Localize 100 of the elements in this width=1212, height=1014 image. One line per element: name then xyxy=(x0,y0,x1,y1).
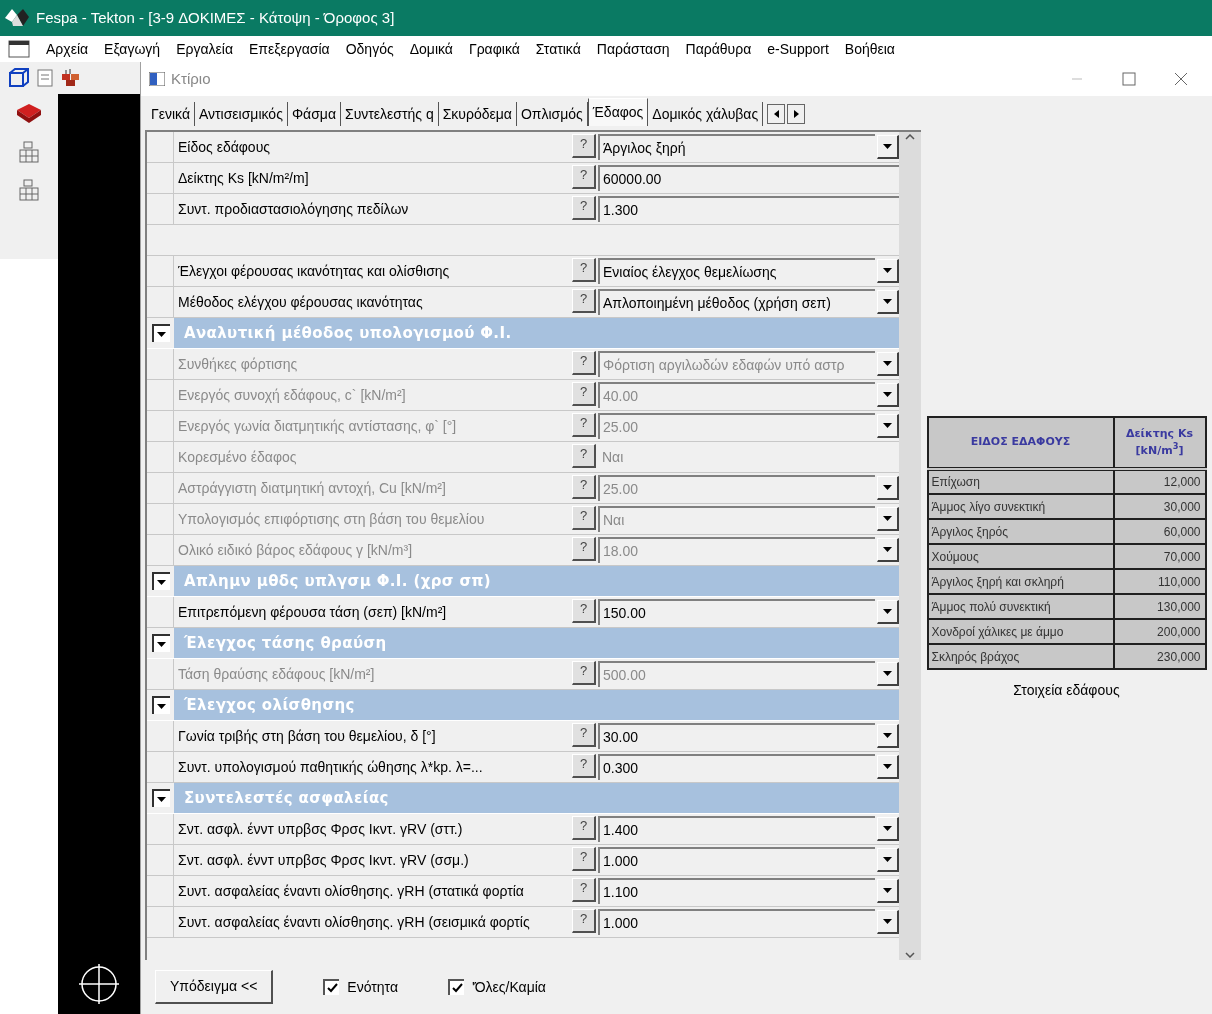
dropdown-button[interactable] xyxy=(877,538,899,562)
menu-item[interactable]: Δομικά xyxy=(409,38,453,60)
cube-icon[interactable] xyxy=(8,67,30,89)
grid-icon[interactable] xyxy=(18,140,40,164)
menu-item[interactable]: Παράσταση xyxy=(596,38,670,60)
help-button[interactable]: ? xyxy=(572,847,596,871)
bricks-icon[interactable] xyxy=(60,68,82,88)
menu-item[interactable]: Παράθυρα xyxy=(685,38,752,60)
section-toggle[interactable] xyxy=(151,634,170,652)
tab-scroll-left[interactable] xyxy=(767,104,786,124)
section-toggle[interactable] xyxy=(151,572,170,590)
help-button[interactable]: ? xyxy=(572,878,596,902)
property-label: Δείκτης Ks [kN/m²/m] xyxy=(177,168,310,188)
help-button[interactable]: ? xyxy=(572,165,596,189)
caret-icon xyxy=(883,516,892,521)
dropdown-button[interactable] xyxy=(877,910,899,934)
scrollbar[interactable] xyxy=(899,132,921,960)
menu-item[interactable]: Βοήθεια xyxy=(844,38,895,60)
property-label: Έλεγχοι φέρουσας ικανότητας και ολίσθισης xyxy=(177,261,451,281)
section-toggle[interactable] xyxy=(151,789,170,807)
caret-icon xyxy=(883,888,892,893)
table-caption: Στοιχεία εδάφους xyxy=(1013,681,1120,700)
help-button[interactable]: ? xyxy=(572,909,596,933)
app-logo-icon xyxy=(4,7,30,29)
dropdown-button[interactable] xyxy=(877,383,899,407)
column-header: ΕΙΔΟΣ ΕΔΑΦΟΥΣ xyxy=(927,417,1114,469)
dropdown-button[interactable] xyxy=(877,290,899,314)
window-icon xyxy=(149,72,165,86)
section-toggle[interactable] xyxy=(151,696,170,714)
property-label: Ενεργός συνοχή εδάφους, c` [kN/m²] xyxy=(177,385,407,405)
help-button[interactable]: ? xyxy=(572,723,596,747)
dropdown-button[interactable] xyxy=(877,259,899,283)
table-cell: 12,000 xyxy=(1113,469,1206,494)
dropdown-button[interactable] xyxy=(877,600,899,624)
dropdown-field[interactable]: 1.000 xyxy=(598,909,875,935)
dropdown-button[interactable] xyxy=(877,414,899,438)
menu-item[interactable]: Εργαλεία xyxy=(176,38,233,60)
caret-icon xyxy=(883,671,892,676)
menu-item[interactable]: Επεξεργασία xyxy=(249,38,330,60)
table-cell: Άμμος πολύ συνεκτική xyxy=(927,594,1114,619)
dropdown-button[interactable] xyxy=(877,507,899,531)
caret-icon xyxy=(157,577,166,587)
dropdown-field[interactable]: 30.00 xyxy=(598,723,875,749)
help-button[interactable]: ? xyxy=(572,599,596,623)
help-button[interactable]: ? xyxy=(572,134,596,158)
dropdown-button[interactable] xyxy=(877,476,899,500)
input-field[interactable]: 1.300 xyxy=(598,196,899,222)
dropdown-button[interactable] xyxy=(877,755,899,779)
property-label: Αστράγγιστη διατμητική αντοχή, Cu [kN/m²] xyxy=(177,478,447,498)
dropdown-field[interactable]: Ενιαίος έλεγχος θεμελίωσης xyxy=(598,258,875,284)
menu-item[interactable]: e-Support xyxy=(767,38,829,60)
table-cell: Επίχωση xyxy=(927,469,1114,494)
section-toggle[interactable] xyxy=(151,324,170,342)
caret-icon xyxy=(883,299,892,304)
property-label: Ολικό ειδικό βάρος εδάφους γ [kN/m³] xyxy=(177,540,414,560)
table-cell: Σκληρός βράχος xyxy=(927,644,1114,669)
dropdown-field[interactable]: 0.300 xyxy=(598,754,875,780)
dropdown-field[interactable]: 1.100 xyxy=(598,878,875,904)
checkbox[interactable] xyxy=(323,979,340,995)
tab-scroll-right[interactable] xyxy=(787,104,806,124)
scroll-down-icon[interactable] xyxy=(905,952,915,958)
dialog-title: Κτίριο xyxy=(171,68,212,89)
dropdown-button[interactable] xyxy=(877,817,899,841)
dropdown-field[interactable]: 1.400 xyxy=(598,816,875,842)
dropdown-field[interactable]: Άργιλος ξηρή xyxy=(598,134,875,160)
dropdown-field[interactable]: Απλοποιημένη μέθοδος (χρήση σεπ) xyxy=(598,289,875,315)
grid-icon[interactable] xyxy=(18,178,40,202)
column-header: Δείκτης Ks [kN/m$^{3}$] xyxy=(1113,417,1206,469)
dropdown-field[interactable]: 1.000 xyxy=(598,847,875,873)
check-icon xyxy=(326,983,338,993)
menu-item[interactable]: Αρχεία xyxy=(46,38,89,60)
menu-item[interactable]: Στατικά xyxy=(535,38,581,60)
dropdown-button[interactable] xyxy=(877,879,899,903)
help-button[interactable]: ? xyxy=(572,196,596,220)
caret-icon xyxy=(883,733,892,738)
checkbox[interactable] xyxy=(448,979,464,995)
dropdown-button[interactable] xyxy=(877,352,899,376)
arrow-right-icon xyxy=(793,110,799,118)
help-button[interactable]: ? xyxy=(572,816,596,840)
property-label: Τάση θραύσης εδάφους [kN/m²] xyxy=(177,664,376,684)
dropdown-button[interactable] xyxy=(877,135,899,159)
window-title: Fespa - Tekton - [3-9 ΔΟΚΙΜΕΣ - Κάτοψη - Όροφος 3] xyxy=(36,7,395,28)
dropdown-button[interactable] xyxy=(877,662,899,686)
dropdown-button[interactable] xyxy=(877,724,899,748)
dropdown-field[interactable]: 150.00 xyxy=(598,599,875,625)
menu-item[interactable]: Εξαγωγή xyxy=(104,38,161,60)
property-label: Σντ. ασφλ. έννт υπρβσς Φρσς Ικντ. γRV (στт.) xyxy=(177,819,464,839)
table-cell: Άργιλος ξηρός xyxy=(927,519,1114,544)
dropdown-button[interactable] xyxy=(877,848,899,872)
property-label: Γωνία τριβής στη βάση του θεμελίου, δ [°] xyxy=(177,726,437,746)
menu-item[interactable]: Οδηγός xyxy=(345,38,394,60)
tab[interactable]: Έδαφος xyxy=(587,98,649,126)
help-button[interactable]: ? xyxy=(572,289,596,313)
help-button[interactable]: ? xyxy=(572,754,596,778)
help-button[interactable]: ? xyxy=(572,258,596,282)
scroll-up-icon[interactable] xyxy=(905,134,915,140)
menu-item[interactable]: Γραφικά xyxy=(468,38,520,60)
app-menu-icon[interactable] xyxy=(8,40,30,58)
input-field[interactable]: 60000.00 xyxy=(598,165,899,191)
sample-button[interactable]: Υπόδειγμα << xyxy=(155,970,274,1004)
